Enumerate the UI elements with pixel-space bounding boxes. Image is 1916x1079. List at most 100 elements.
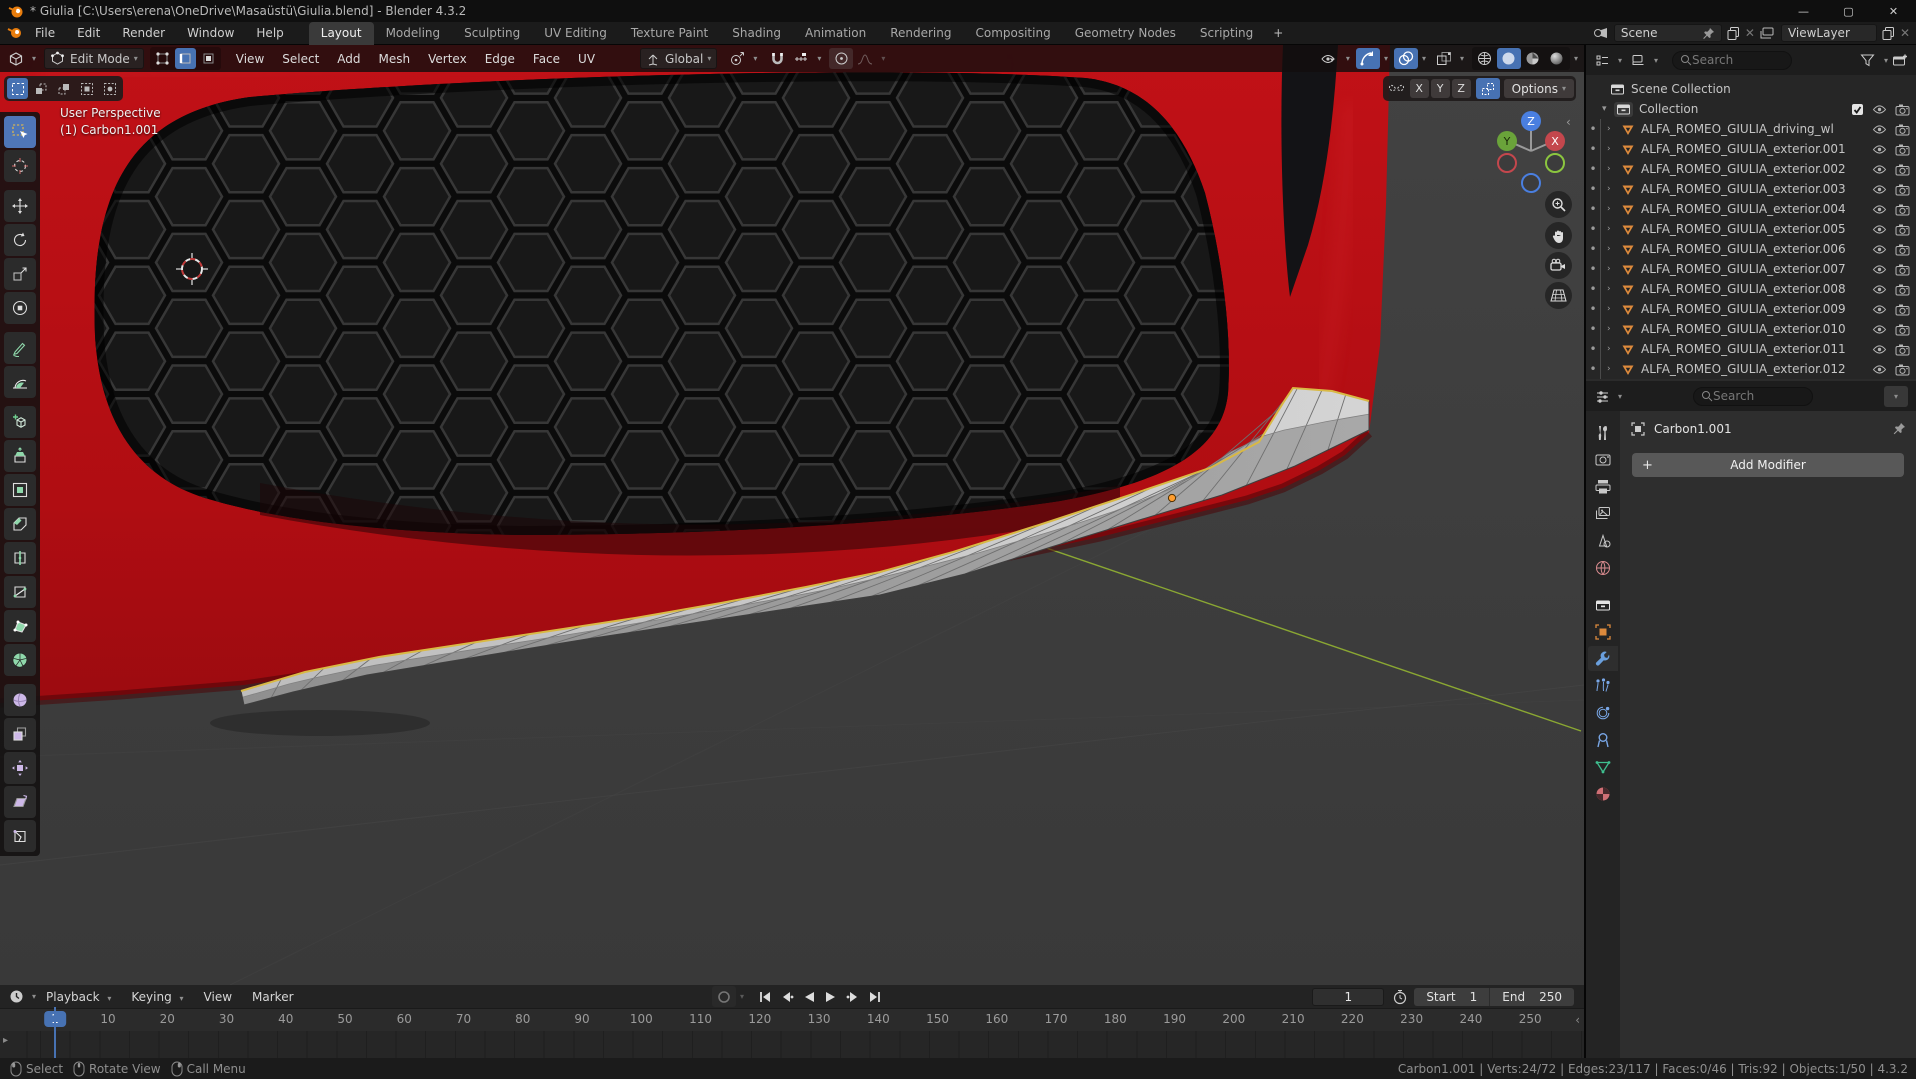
camera-visibility-icon[interactable]: [1895, 163, 1910, 176]
loop-cut-tool[interactable]: [4, 542, 36, 574]
unlink-scene-icon[interactable]: ✕: [1745, 26, 1755, 40]
properties-tab-collection[interactable]: [1588, 592, 1618, 617]
select-subtract-icon[interactable]: [53, 78, 74, 99]
hide-eye-icon[interactable]: [1872, 203, 1887, 216]
hide-eye-icon[interactable]: [1872, 283, 1887, 296]
new-viewlayer-icon[interactable]: [1881, 26, 1896, 41]
gizmos-toggle-icon[interactable]: [1355, 48, 1380, 69]
hide-eye-icon[interactable]: [1872, 143, 1887, 156]
snap-toggle-icon[interactable]: [765, 48, 789, 69]
editor-type-icon[interactable]: [4, 48, 28, 69]
camera-visibility-icon[interactable]: [1895, 143, 1910, 156]
expand-chevron-icon[interactable]: ›: [1607, 264, 1621, 274]
pin-icon[interactable]: [1702, 27, 1715, 40]
expand-chevron-icon[interactable]: ›: [1607, 224, 1621, 234]
properties-search-input[interactable]: [1713, 389, 1805, 403]
tab-geometry-nodes[interactable]: Geometry Nodes: [1063, 22, 1188, 45]
app-menu-icon[interactable]: [6, 25, 24, 41]
mirror-z-button[interactable]: Z: [1451, 79, 1471, 98]
select-intersect-icon[interactable]: [99, 78, 120, 99]
poly-build-tool[interactable]: [4, 610, 36, 642]
move-tool[interactable]: [4, 190, 36, 222]
select-box-tool[interactable]: [4, 116, 36, 148]
shading-solid-icon[interactable]: [1496, 48, 1521, 69]
tab-scripting[interactable]: Scripting: [1188, 22, 1265, 45]
expand-chevron-icon[interactable]: ›: [1607, 344, 1621, 354]
expand-chevron-icon[interactable]: ›: [1607, 184, 1621, 194]
select-invert-icon[interactable]: [76, 78, 97, 99]
properties-tab-view-layer[interactable]: [1588, 501, 1618, 526]
add-modifier-button[interactable]: + Add Modifier: [1632, 453, 1904, 477]
outliner-row-object[interactable]: • › ALFA_ROMEO_GIULIA_driving_wl: [1586, 119, 1916, 139]
properties-tab-object[interactable]: [1588, 619, 1618, 644]
annotate-tool[interactable]: [4, 332, 36, 364]
expand-chevron-icon[interactable]: ›: [1607, 364, 1621, 374]
outliner-row-object[interactable]: • › ALFA_ROMEO_GIULIA_exterior.010: [1586, 319, 1916, 339]
outliner-search-input[interactable]: [1692, 53, 1785, 67]
timeline-editor-type-icon[interactable]: [4, 986, 28, 1007]
shear-tool[interactable]: [4, 786, 36, 818]
properties-tab-render[interactable]: [1588, 447, 1618, 472]
expand-chevron-icon[interactable]: ›: [1607, 164, 1621, 174]
camera-visibility-icon[interactable]: [1895, 323, 1910, 336]
remove-viewlayer-icon[interactable]: ✕: [1900, 26, 1910, 40]
add-workspace-button[interactable]: +: [1265, 26, 1291, 40]
tab-texture-paint[interactable]: Texture Paint: [619, 22, 720, 45]
outliner-search[interactable]: [1672, 50, 1793, 70]
properties-tab-constraints[interactable]: [1588, 727, 1618, 752]
filter-icon[interactable]: [1856, 50, 1880, 71]
camera-visibility-icon[interactable]: [1895, 223, 1910, 236]
hide-eye-icon[interactable]: [1872, 183, 1887, 196]
face-select-mode-icon[interactable]: [198, 48, 219, 69]
orthographic-toggle-button[interactable]: [1545, 282, 1572, 309]
hide-eye-icon[interactable]: [1872, 343, 1887, 356]
viewport-menu-select[interactable]: Select: [273, 52, 328, 66]
outliner-row-object[interactable]: • › ALFA_ROMEO_GIULIA_exterior.012: [1586, 359, 1916, 379]
outliner-row-object[interactable]: • › ALFA_ROMEO_GIULIA_exterior.006: [1586, 239, 1916, 259]
camera-visibility-icon[interactable]: [1895, 283, 1910, 296]
camera-visibility-icon[interactable]: [1895, 343, 1910, 356]
hide-eye-icon[interactable]: [1872, 223, 1887, 236]
cursor-tool[interactable]: [4, 150, 36, 182]
prev-keyframe-button[interactable]: [776, 988, 798, 1006]
bevel-tool[interactable]: [4, 508, 36, 540]
viewlayer-field[interactable]: ViewLayer: [1780, 24, 1877, 42]
tab-shading[interactable]: Shading: [720, 22, 793, 45]
camera-visibility-icon[interactable]: [1895, 123, 1910, 136]
viewport-menu-view[interactable]: View: [227, 52, 273, 66]
outliner-editor-type-icon[interactable]: [1590, 50, 1614, 71]
outliner-row-object[interactable]: • › ALFA_ROMEO_GIULIA_exterior.008: [1586, 279, 1916, 299]
outliner-row-object[interactable]: • › ALFA_ROMEO_GIULIA_exterior.003: [1586, 179, 1916, 199]
mirror-x-button[interactable]: X: [1409, 79, 1429, 98]
hide-eye-icon[interactable]: [1872, 363, 1887, 376]
new-collection-icon[interactable]: [1888, 50, 1912, 71]
properties-tab-world[interactable]: [1588, 555, 1618, 580]
tab-layout[interactable]: Layout: [308, 21, 374, 45]
camera-visibility-icon[interactable]: [1895, 303, 1910, 316]
mirror-icon[interactable]: [1385, 78, 1409, 99]
shrink-fatten-tool[interactable]: [4, 752, 36, 784]
vertex-select-mode-icon[interactable]: [152, 48, 173, 69]
topbar-menu-edit[interactable]: Edit: [66, 22, 111, 45]
viewport-menu-edge[interactable]: Edge: [476, 52, 524, 66]
viewport-menu-add[interactable]: Add: [328, 52, 369, 66]
mirror-y-button[interactable]: Y: [1430, 79, 1450, 98]
inset-faces-tool[interactable]: [4, 474, 36, 506]
tab-animation[interactable]: Animation: [793, 22, 878, 45]
hide-eye-icon[interactable]: [1872, 103, 1887, 116]
next-keyframe-button[interactable]: [842, 988, 864, 1006]
scene-selector-icon[interactable]: [1592, 26, 1610, 40]
start-frame-field[interactable]: Start 1: [1414, 990, 1489, 1004]
scene-field[interactable]: Scene: [1613, 24, 1722, 42]
snap-target-icon[interactable]: [789, 48, 813, 69]
properties-tab-modifiers[interactable]: [1588, 646, 1618, 671]
properties-tab-material[interactable]: [1588, 781, 1618, 806]
tab-sculpting[interactable]: Sculpting: [452, 22, 532, 45]
topbar-menu-file[interactable]: File: [24, 22, 66, 45]
expand-chevron-icon[interactable]: ›: [1607, 304, 1621, 314]
shading-material-icon[interactable]: [1521, 48, 1545, 69]
properties-tab-tool[interactable]: [1588, 420, 1618, 445]
channels-expand-icon[interactable]: ▸: [3, 1035, 8, 1046]
viewlayer-selector-icon[interactable]: [1759, 26, 1777, 40]
new-scene-icon[interactable]: [1726, 26, 1741, 41]
